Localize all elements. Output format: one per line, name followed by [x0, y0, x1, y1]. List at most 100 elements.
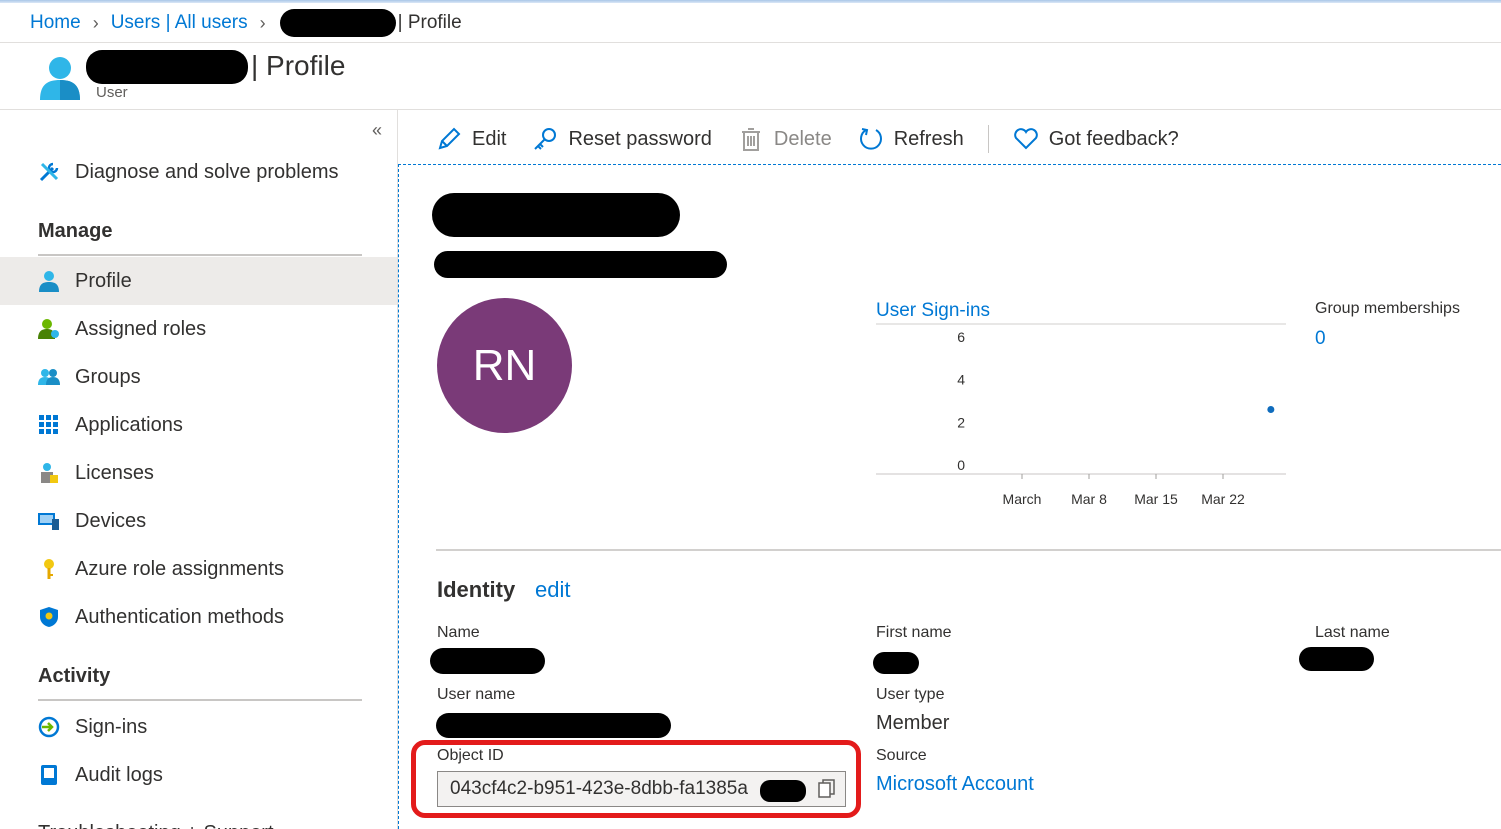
- sidebar-item-label: Azure role assignments: [75, 557, 284, 580]
- heart-icon: [1013, 126, 1039, 152]
- section-heading-manage: Manage: [38, 220, 113, 242]
- x-tick-label: Mar 15: [1134, 491, 1178, 507]
- divider: [0, 42, 1501, 43]
- avatar: RN: [437, 298, 572, 433]
- source-value[interactable]: Microsoft Account: [876, 773, 1034, 796]
- refresh-label: Refresh: [893, 127, 964, 150]
- sidebar-item-label: Licenses: [75, 461, 154, 484]
- source-label: Source: [876, 747, 927, 764]
- reset-password-label: Reset password: [568, 127, 712, 150]
- sidebar-item-azure-role-assignments[interactable]: Azure role assignments: [0, 545, 397, 593]
- identity-edit-link[interactable]: edit: [535, 577, 570, 603]
- redacted-name-value: [430, 648, 545, 674]
- top-accent-bar: [0, 0, 1501, 3]
- user-type-value: Member: [876, 712, 950, 734]
- name-label: Name: [437, 624, 480, 641]
- sidebar-item-assigned-roles[interactable]: Assigned roles: [0, 305, 397, 353]
- pencil-icon: [436, 126, 462, 152]
- shield-icon: [38, 606, 60, 628]
- divider: [436, 549, 1501, 551]
- redacted-username: [279, 9, 396, 37]
- group-memberships-label: Group memberships: [1315, 300, 1460, 317]
- sidebar-item-label: Devices: [75, 509, 147, 532]
- refresh-icon: [858, 126, 884, 152]
- user-role-icon: [38, 318, 60, 340]
- user-icon: [38, 270, 60, 292]
- delete-button[interactable]: Delete: [738, 126, 832, 152]
- chevron-right-icon: ›: [92, 12, 99, 33]
- toolbar-separator: [987, 125, 989, 153]
- sign-ins-chart: 0 2 4 6 March Mar 8 Mar 15 Mar 22: [876, 323, 1286, 507]
- x-tick-label: Mar 22: [1201, 491, 1245, 507]
- divider: [38, 254, 362, 256]
- chevron-right-icon: ›: [259, 12, 266, 33]
- breadcrumb-users[interactable]: Users | All users: [111, 12, 248, 34]
- command-bar: Edit Reset password Delete Refresh Got f…: [436, 122, 1205, 156]
- redacted-first-name: [873, 652, 919, 674]
- feedback-label: Got feedback?: [1048, 127, 1179, 150]
- audit-log-icon: [38, 764, 60, 786]
- highlight-annotation: [411, 740, 861, 818]
- data-point[interactable]: [1267, 406, 1275, 414]
- x-tick-label: March: [1003, 491, 1042, 507]
- user-name-label: User name: [437, 686, 516, 703]
- breadcrumb-current: | Profile: [397, 12, 462, 33]
- user-icon: [40, 57, 80, 100]
- group-icon: [38, 366, 60, 388]
- sidebar-item-label: Diagnose and solve problems: [75, 160, 339, 183]
- sidebar-item-devices[interactable]: Devices: [0, 497, 397, 545]
- breadcrumb-home[interactable]: Home: [30, 12, 81, 34]
- chart-title[interactable]: User Sign-ins: [876, 300, 990, 322]
- y-tick-label: 4: [957, 372, 965, 388]
- sidebar-item-label: Profile: [75, 269, 132, 292]
- refresh-button[interactable]: Refresh: [858, 126, 964, 152]
- trash-icon: [738, 126, 764, 152]
- key-icon: [38, 558, 60, 580]
- divider: [38, 699, 362, 701]
- x-tick-label: Mar 8: [1071, 491, 1107, 507]
- wrench-screwdriver-icon: [38, 161, 60, 183]
- sidebar-item-licenses[interactable]: Licenses: [0, 449, 397, 497]
- sidebar-item-groups[interactable]: Groups: [0, 353, 397, 401]
- edit-button[interactable]: Edit: [436, 126, 506, 152]
- first-name-label: First name: [876, 624, 952, 641]
- sidebar-item-authentication-methods[interactable]: Authentication methods: [0, 593, 397, 641]
- sign-in-icon: [38, 716, 60, 738]
- sidebar-item-label: Sign-ins: [75, 715, 148, 738]
- key-icon: [532, 126, 558, 152]
- sidebar-item-sign-ins[interactable]: Sign-ins: [0, 703, 397, 751]
- sidebar-item-label: Authentication methods: [75, 605, 285, 628]
- reset-password-button[interactable]: Reset password: [532, 126, 712, 152]
- redacted-display-name: [432, 193, 680, 237]
- y-tick-label: 6: [957, 329, 965, 345]
- redacted-display-name: [86, 50, 248, 84]
- user-type-label: User type: [876, 686, 945, 703]
- section-heading-activity: Activity: [38, 665, 111, 687]
- redacted-last-name: [1299, 647, 1374, 671]
- sidebar-item-diagnose[interactable]: Diagnose and solve problems: [0, 148, 397, 196]
- apps-grid-icon: [38, 414, 60, 436]
- sidebar-item-audit-logs[interactable]: Audit logs: [0, 751, 397, 799]
- feedback-button[interactable]: Got feedback?: [1013, 126, 1179, 152]
- sidebar-item-label: Audit logs: [75, 763, 163, 786]
- last-name-label: Last name: [1315, 624, 1390, 641]
- page-title: | Profile: [251, 50, 346, 81]
- redacted-principal-name: [434, 251, 727, 278]
- delete-label: Delete: [773, 127, 832, 150]
- devices-icon: [38, 510, 60, 532]
- sidebar-item-applications[interactable]: Applications: [0, 401, 397, 449]
- identity-heading: Identity: [437, 577, 516, 602]
- license-icon: [38, 462, 60, 484]
- sidebar-item-profile[interactable]: Profile: [0, 257, 397, 305]
- sidebar-item-troubleshooting[interactable]: Troubleshooting + Support: [38, 822, 274, 829]
- avatar-initials: RN: [472, 340, 537, 390]
- group-memberships-value[interactable]: 0: [1315, 328, 1326, 350]
- y-tick-label: 2: [957, 414, 965, 430]
- page-subtitle: User: [96, 84, 128, 101]
- y-tick-label: 0: [957, 457, 965, 473]
- sidebar-item-label: Groups: [75, 365, 141, 388]
- breadcrumb: Home › Users | All users › | Profile: [30, 9, 462, 37]
- sidebar-item-label: Applications: [75, 413, 183, 436]
- sidebar-item-label: Assigned roles: [75, 317, 207, 340]
- collapse-sidebar-icon[interactable]: «: [372, 120, 382, 141]
